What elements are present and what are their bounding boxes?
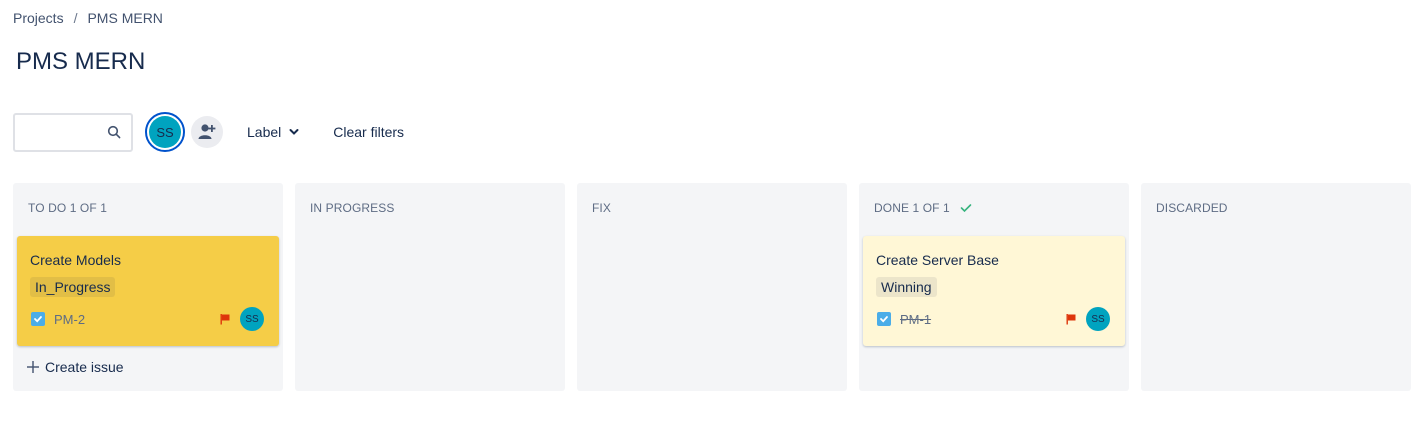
issue-card[interactable]: Create Server Base Winning PM-1 SS [863,236,1125,346]
issue-label-tag: Winning [876,277,937,297]
issue-label-tag: In_Progress [30,277,116,297]
kanban-board: TO DO 1 OF 1 Create Models In_Progress P… [13,183,1411,391]
avatar-initials: SS [149,116,181,148]
issue-card[interactable]: Create Models In_Progress PM-2 SS [17,236,279,346]
issue-card-footer: PM-1 SS [877,307,1110,331]
clear-filters-button[interactable]: Clear filters [325,118,412,146]
column-todo: TO DO 1 OF 1 Create Models In_Progress P… [13,183,283,391]
column-title: DONE 1 OF 1 [874,201,950,215]
breadcrumb: Projects / PMS MERN [13,10,163,26]
column-done: DONE 1 OF 1 Create Server Base Winning P… [859,183,1129,391]
issue-summary: Create Models [30,252,122,268]
create-issue-button[interactable]: Create issue [27,359,124,375]
label-dropdown-text: Label [247,124,282,140]
search-icon[interactable] [107,125,121,139]
add-user-icon [198,124,216,139]
column-fix: FIX [577,183,847,391]
task-checkbox-icon [877,312,891,326]
breadcrumb-projects-link[interactable]: Projects [13,10,64,26]
chevron-down-icon [289,129,299,135]
label-filter-dropdown[interactable]: Label [239,118,307,146]
column-in-progress: IN PROGRESS [295,183,565,391]
create-issue-label: Create issue [45,359,124,375]
issue-key[interactable]: PM-1 [900,312,931,327]
task-checkbox-icon [31,312,45,326]
flag-icon [220,314,230,325]
check-icon [960,204,972,213]
column-header-done: DONE 1 OF 1 [874,201,972,215]
flag-icon [1066,314,1076,325]
column-header-fix: FIX [592,201,611,215]
assignee-filter-avatar[interactable]: SS [145,112,185,152]
issue-key[interactable]: PM-2 [54,312,85,327]
add-people-button[interactable] [191,116,223,148]
column-header-in-progress: IN PROGRESS [310,201,394,215]
column-header-discarded: DISCARDED [1156,201,1228,215]
assignee-avatar[interactable]: SS [240,307,264,331]
assignee-avatar[interactable]: SS [1086,307,1110,331]
column-title: DISCARDED [1156,201,1228,215]
breadcrumb-current-project[interactable]: PMS MERN [87,10,162,26]
breadcrumb-separator: / [73,10,78,26]
column-header-todo: TO DO 1 OF 1 [28,201,107,215]
column-title: IN PROGRESS [310,201,395,215]
search-box [13,112,133,152]
column-title: FIX [592,201,611,215]
search-input[interactable] [15,114,103,150]
issue-summary: Create Server Base [876,252,999,268]
page-title: PMS MERN [16,48,146,75]
issue-card-footer: PM-2 SS [31,307,264,331]
column-discarded: DISCARDED [1141,183,1411,391]
plus-icon [27,361,39,373]
filter-toolbar: SS Label Clear filters [13,112,412,152]
column-title: TO DO 1 OF 1 [28,201,107,215]
